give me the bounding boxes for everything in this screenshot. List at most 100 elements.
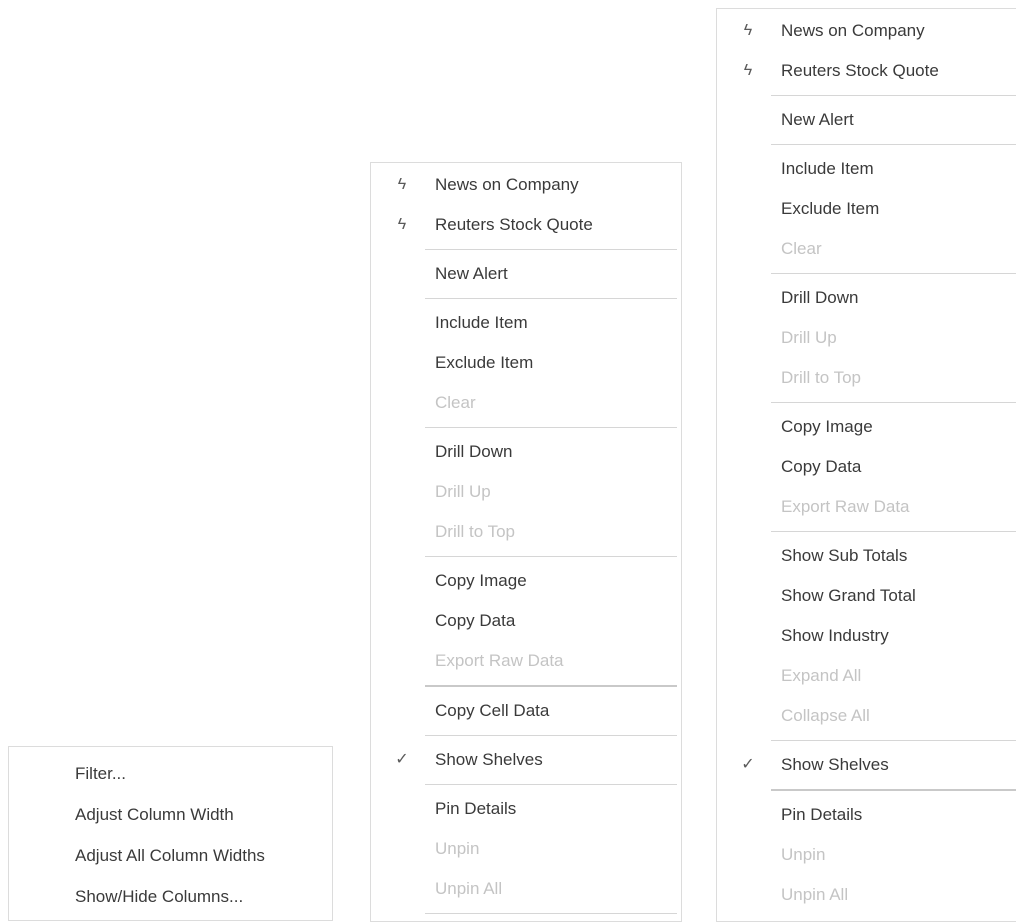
menu-item-label: Drill Down <box>435 442 513 461</box>
menu-item-label: Copy Cell Data <box>435 701 550 720</box>
menu-item-label: News on Company <box>781 21 925 40</box>
menu-item-label: Drill Up <box>781 328 837 347</box>
bolt-icon: ϟ <box>397 176 407 193</box>
context-menu-visualization: ϟ News on Company ϟ Reuters Stock Quote New … <box>716 8 1016 922</box>
menu-item-label: Include Item <box>781 159 874 178</box>
menu-item-label: Show Industry <box>781 626 889 645</box>
menu-item-label: Copy Data <box>781 457 862 476</box>
menu-item-unpin: Unpin <box>717 835 1016 875</box>
menu-item-news-on-company[interactable]: ϟ News on Company <box>717 11 1016 51</box>
menu-item-unpin: Unpin <box>371 829 681 869</box>
menu-item-drill-to-top: Drill to Top <box>371 512 681 552</box>
menu-item-list: Filter... Adjust Column Width Adjust All C… <box>9 747 332 917</box>
menu-item-collapse-all: Collapse All <box>717 696 1016 736</box>
menu-separator <box>425 298 677 299</box>
menu-item-label: Exclude Item <box>781 199 880 218</box>
menu-item-label: Show Shelves <box>435 750 543 769</box>
menu-item-copy-image[interactable]: Copy Image <box>717 407 1016 447</box>
menu-separator <box>425 249 677 250</box>
menu-item-label: Filter... <box>75 764 127 783</box>
menu-item-label: Unpin All <box>781 885 849 904</box>
menu-item-copy-image[interactable]: Copy Image <box>371 561 681 601</box>
menu-item-unpin-all: Unpin All <box>371 869 681 909</box>
menu-item-list: ϟ News on Company ϟ Reuters Stock Quote New … <box>717 9 1016 915</box>
menu-item-label: Clear <box>781 239 822 258</box>
menu-item-label: Collapse All <box>781 706 870 725</box>
menu-separator <box>425 427 677 428</box>
menu-item-new-alert[interactable]: New Alert <box>371 254 681 294</box>
menu-item-show-shelves[interactable]: ✓ Show Shelves <box>717 745 1016 785</box>
menu-separator <box>425 685 677 687</box>
menu-item-label: Copy Data <box>435 611 516 630</box>
menu-item-label: Reuters Stock Quote <box>781 61 939 80</box>
menu-separator <box>771 144 1016 145</box>
bolt-icon: ϟ <box>397 216 407 233</box>
menu-item-include-item[interactable]: Include Item <box>717 149 1016 189</box>
menu-item-label: Drill Down <box>781 288 859 307</box>
menu-item-label: Show/Hide Columns... <box>75 887 244 906</box>
menu-item-filter[interactable]: Filter... <box>9 753 332 794</box>
menu-separator <box>425 735 677 736</box>
menu-item-label: New Alert <box>435 264 508 283</box>
menu-item-show-hide-columns[interactable]: Show/Hide Columns... <box>9 876 332 917</box>
menu-item-drill-up: Drill Up <box>717 318 1016 358</box>
menu-item-show-grand-total[interactable]: Show Grand Total <box>717 576 1016 616</box>
menu-item-reuters-stock-quote[interactable]: ϟ Reuters Stock Quote <box>717 51 1016 91</box>
menu-item-drill-down[interactable]: Drill Down <box>371 432 681 472</box>
menu-item-label: Unpin All <box>435 879 503 898</box>
menu-item-show-industry[interactable]: Show Industry <box>717 616 1016 656</box>
menu-item-label: Unpin <box>781 845 826 864</box>
menu-item-label: Adjust All Column Widths <box>75 846 265 865</box>
menu-item-drill-down[interactable]: Drill Down <box>717 278 1016 318</box>
menu-separator <box>425 556 677 557</box>
menu-item-clear: Clear <box>717 229 1016 269</box>
menu-item-drill-to-top: Drill to Top <box>717 358 1016 398</box>
menu-item-label: Show Shelves <box>781 755 889 774</box>
menu-separator <box>425 784 677 785</box>
menu-item-drill-up: Drill Up <box>371 472 681 512</box>
bolt-icon: ϟ <box>743 62 753 79</box>
menu-item-exclude-item[interactable]: Exclude Item <box>371 343 681 383</box>
menu-separator <box>771 789 1016 791</box>
menu-item-label: Export Raw Data <box>781 497 910 516</box>
menu-item-label: Copy Image <box>781 417 873 436</box>
menu-item-label: Export Raw Data <box>435 651 564 670</box>
menu-item-pin-details[interactable]: Pin Details <box>717 795 1016 835</box>
menu-item-label: Reuters Stock Quote <box>435 215 593 234</box>
menu-item-copy-data[interactable]: Copy Data <box>371 601 681 641</box>
menu-item-new-alert[interactable]: New Alert <box>717 100 1016 140</box>
menu-separator <box>771 273 1016 274</box>
menu-separator <box>771 531 1016 532</box>
menu-item-show-sub-totals[interactable]: Show Sub Totals <box>717 536 1016 576</box>
menu-item-export-raw-data: Export Raw Data <box>717 487 1016 527</box>
menu-separator <box>425 913 677 914</box>
menu-item-show-shelves[interactable]: ✓ Show Shelves <box>371 740 681 780</box>
menu-item-adjust-all-column-widths[interactable]: Adjust All Column Widths <box>9 835 332 876</box>
menu-item-expand-all: Expand All <box>717 656 1016 696</box>
menu-item-copy-cell-data[interactable]: Copy Cell Data <box>371 691 681 731</box>
menu-item-reuters-stock-quote[interactable]: ϟ Reuters Stock Quote <box>371 205 681 245</box>
menu-item-exclude-item[interactable]: Exclude Item <box>717 189 1016 229</box>
checkmark-icon: ✓ <box>395 751 409 768</box>
menu-item-unpin-all: Unpin All <box>717 875 1016 915</box>
menu-separator <box>771 95 1016 96</box>
menu-item-clear: Clear <box>371 383 681 423</box>
menu-item-copy-data[interactable]: Copy Data <box>717 447 1016 487</box>
menu-item-label: Copy Image <box>435 571 527 590</box>
menu-item-label: Include Item <box>435 313 528 332</box>
menu-separator <box>771 402 1016 403</box>
menu-item-label: Pin Details <box>435 799 517 818</box>
menu-item-news-on-company[interactable]: ϟ News on Company <box>371 165 681 205</box>
menu-separator <box>771 740 1016 741</box>
context-menu-table-columns: Filter... Adjust Column Width Adjust All C… <box>8 746 333 921</box>
menu-item-export-raw-data: Export Raw Data <box>371 641 681 681</box>
bolt-icon: ϟ <box>743 22 753 39</box>
menu-item-pin-details[interactable]: Pin Details <box>371 789 681 829</box>
checkmark-icon: ✓ <box>741 756 755 773</box>
menu-item-include-item[interactable]: Include Item <box>371 303 681 343</box>
menu-item-adjust-column-width[interactable]: Adjust Column Width <box>9 794 332 835</box>
menu-item-label: Drill to Top <box>435 522 515 541</box>
menu-item-label: Drill to Top <box>781 368 861 387</box>
menu-item-label: Expand All <box>781 666 862 685</box>
menu-item-list: ϟ News on Company ϟ Reuters Stock Quote New … <box>371 163 681 914</box>
